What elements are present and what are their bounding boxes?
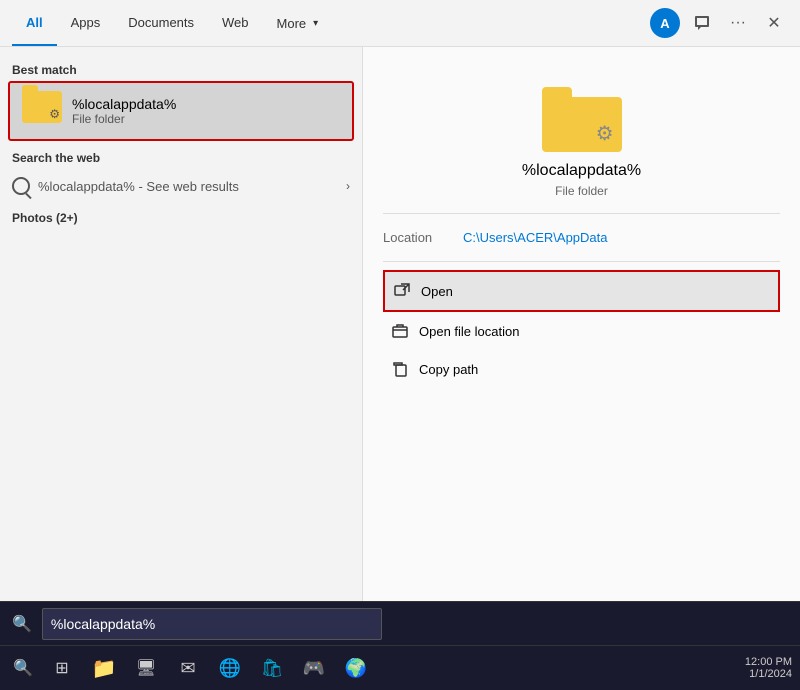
best-match-info: %localappdata% File folder <box>72 96 176 126</box>
right-panel: ⚙ %localappdata% File folder Location C:… <box>363 47 800 601</box>
more-options-button[interactable]: ··· <box>724 9 752 37</box>
feedback-button[interactable] <box>688 9 716 37</box>
web-search-label: Search the web <box>0 141 362 169</box>
action-open-file-location[interactable]: Open file location <box>383 312 780 350</box>
best-match-name: %localappdata% <box>72 96 176 112</box>
result-type: File folder <box>555 184 608 198</box>
close-icon: ✕ <box>767 13 780 33</box>
search-icon-bottom: 🔍 <box>12 614 32 634</box>
folder-tab <box>542 87 572 97</box>
result-info: Location C:\Users\ACER\AppData <box>383 214 780 262</box>
avatar-label: A <box>660 16 669 31</box>
action-copy-path[interactable]: Copy path <box>383 350 780 388</box>
tabs-left: All Apps Documents Web More ▾ <box>12 0 332 46</box>
taskbar-chrome-icon[interactable]: 🌍 <box>338 650 374 686</box>
best-match-type: File folder <box>72 112 176 126</box>
result-detail: ⚙ %localappdata% File folder <box>383 67 780 214</box>
web-result-left: %localappdata% - See web results <box>12 177 239 195</box>
search-input[interactable] <box>42 608 382 640</box>
close-button[interactable]: ✕ <box>760 9 788 37</box>
copy-path-icon <box>391 360 409 378</box>
chevron-down-icon: ▾ <box>313 18 318 29</box>
taskbar-xbox-icon[interactable]: 🎮 <box>296 650 332 686</box>
chevron-right-icon: › <box>346 179 350 193</box>
tab-more-label: More <box>277 16 307 31</box>
taskbar-folder-icon[interactable]: 📁 <box>86 650 122 686</box>
web-result-text: %localappdata% - See web results <box>38 179 239 194</box>
tab-more[interactable]: More ▾ <box>263 0 333 46</box>
taskbar-search-icon[interactable]: 🔍 <box>8 653 38 683</box>
date: 1/1/2024 <box>745 668 792 680</box>
tab-web[interactable]: Web <box>208 0 263 46</box>
open-file-location-icon <box>391 322 409 340</box>
web-result-item[interactable]: %localappdata% - See web results › <box>0 169 362 203</box>
gear-large-icon: ⚙ <box>596 121 614 146</box>
left-panel: Best match ⚙ %localappdata% File folder … <box>0 47 363 601</box>
tab-apps[interactable]: Apps <box>57 0 115 46</box>
best-match-item[interactable]: ⚙ %localappdata% File folder <box>8 81 354 141</box>
system-clock: 12:00 PM 1/1/2024 <box>745 656 792 680</box>
best-match-folder-icon: ⚙ <box>22 91 62 131</box>
tab-documents-label: Documents <box>128 15 194 30</box>
ellipsis-icon: ··· <box>730 14 746 32</box>
photos-label: Photos (2+) <box>0 203 362 229</box>
taskbar-mail-icon[interactable]: ✉ <box>170 650 206 686</box>
action-open-label: Open <box>421 284 453 299</box>
search-bar: 🔍 <box>0 601 800 645</box>
gear-icon: ⚙ <box>49 107 60 121</box>
result-name: %localappdata% <box>522 162 641 180</box>
avatar[interactable]: A <box>650 8 680 38</box>
open-icon <box>393 282 411 300</box>
actions-list: Open Open file location <box>383 262 780 388</box>
taskbar-pc-icon[interactable]: 🖥 <box>128 650 164 686</box>
action-open-file-location-label: Open file location <box>419 324 519 339</box>
location-row: Location C:\Users\ACER\AppData <box>383 226 780 249</box>
action-open[interactable]: Open <box>383 270 780 312</box>
location-value[interactable]: C:\Users\ACER\AppData <box>463 230 608 245</box>
taskbar-edge-icon[interactable]: 🌐 <box>212 650 248 686</box>
folder-body: ⚙ <box>542 97 622 152</box>
search-icon <box>12 177 30 195</box>
tab-documents[interactable]: Documents <box>114 0 208 46</box>
time: 12:00 PM <box>745 656 792 668</box>
tab-apps-label: Apps <box>71 15 101 30</box>
taskbar-right: 12:00 PM 1/1/2024 <box>745 656 792 680</box>
taskbar-store-icon[interactable]: 🛍 <box>254 650 290 686</box>
tab-all-label: All <box>26 15 43 30</box>
tab-web-label: Web <box>222 15 249 30</box>
taskbar: 🔍 ⊞ 📁 🖥 ✉ 🌐 🛍 🎮 🌍 12:00 PM 1/1/2024 <box>0 645 800 690</box>
folder-icon: ⚙ <box>22 91 62 123</box>
tabs-bar: All Apps Documents Web More ▾ A <box>0 0 800 47</box>
best-match-label: Best match <box>0 57 362 81</box>
taskbar-widgets-icon[interactable]: ⊞ <box>44 650 80 686</box>
large-folder-icon: ⚙ <box>542 87 622 152</box>
location-label: Location <box>383 230 463 245</box>
action-copy-path-label: Copy path <box>419 362 478 377</box>
content-area: Best match ⚙ %localappdata% File folder … <box>0 47 800 601</box>
tab-all[interactable]: All <box>12 0 57 46</box>
tabs-right: A ··· ✕ <box>650 8 788 38</box>
